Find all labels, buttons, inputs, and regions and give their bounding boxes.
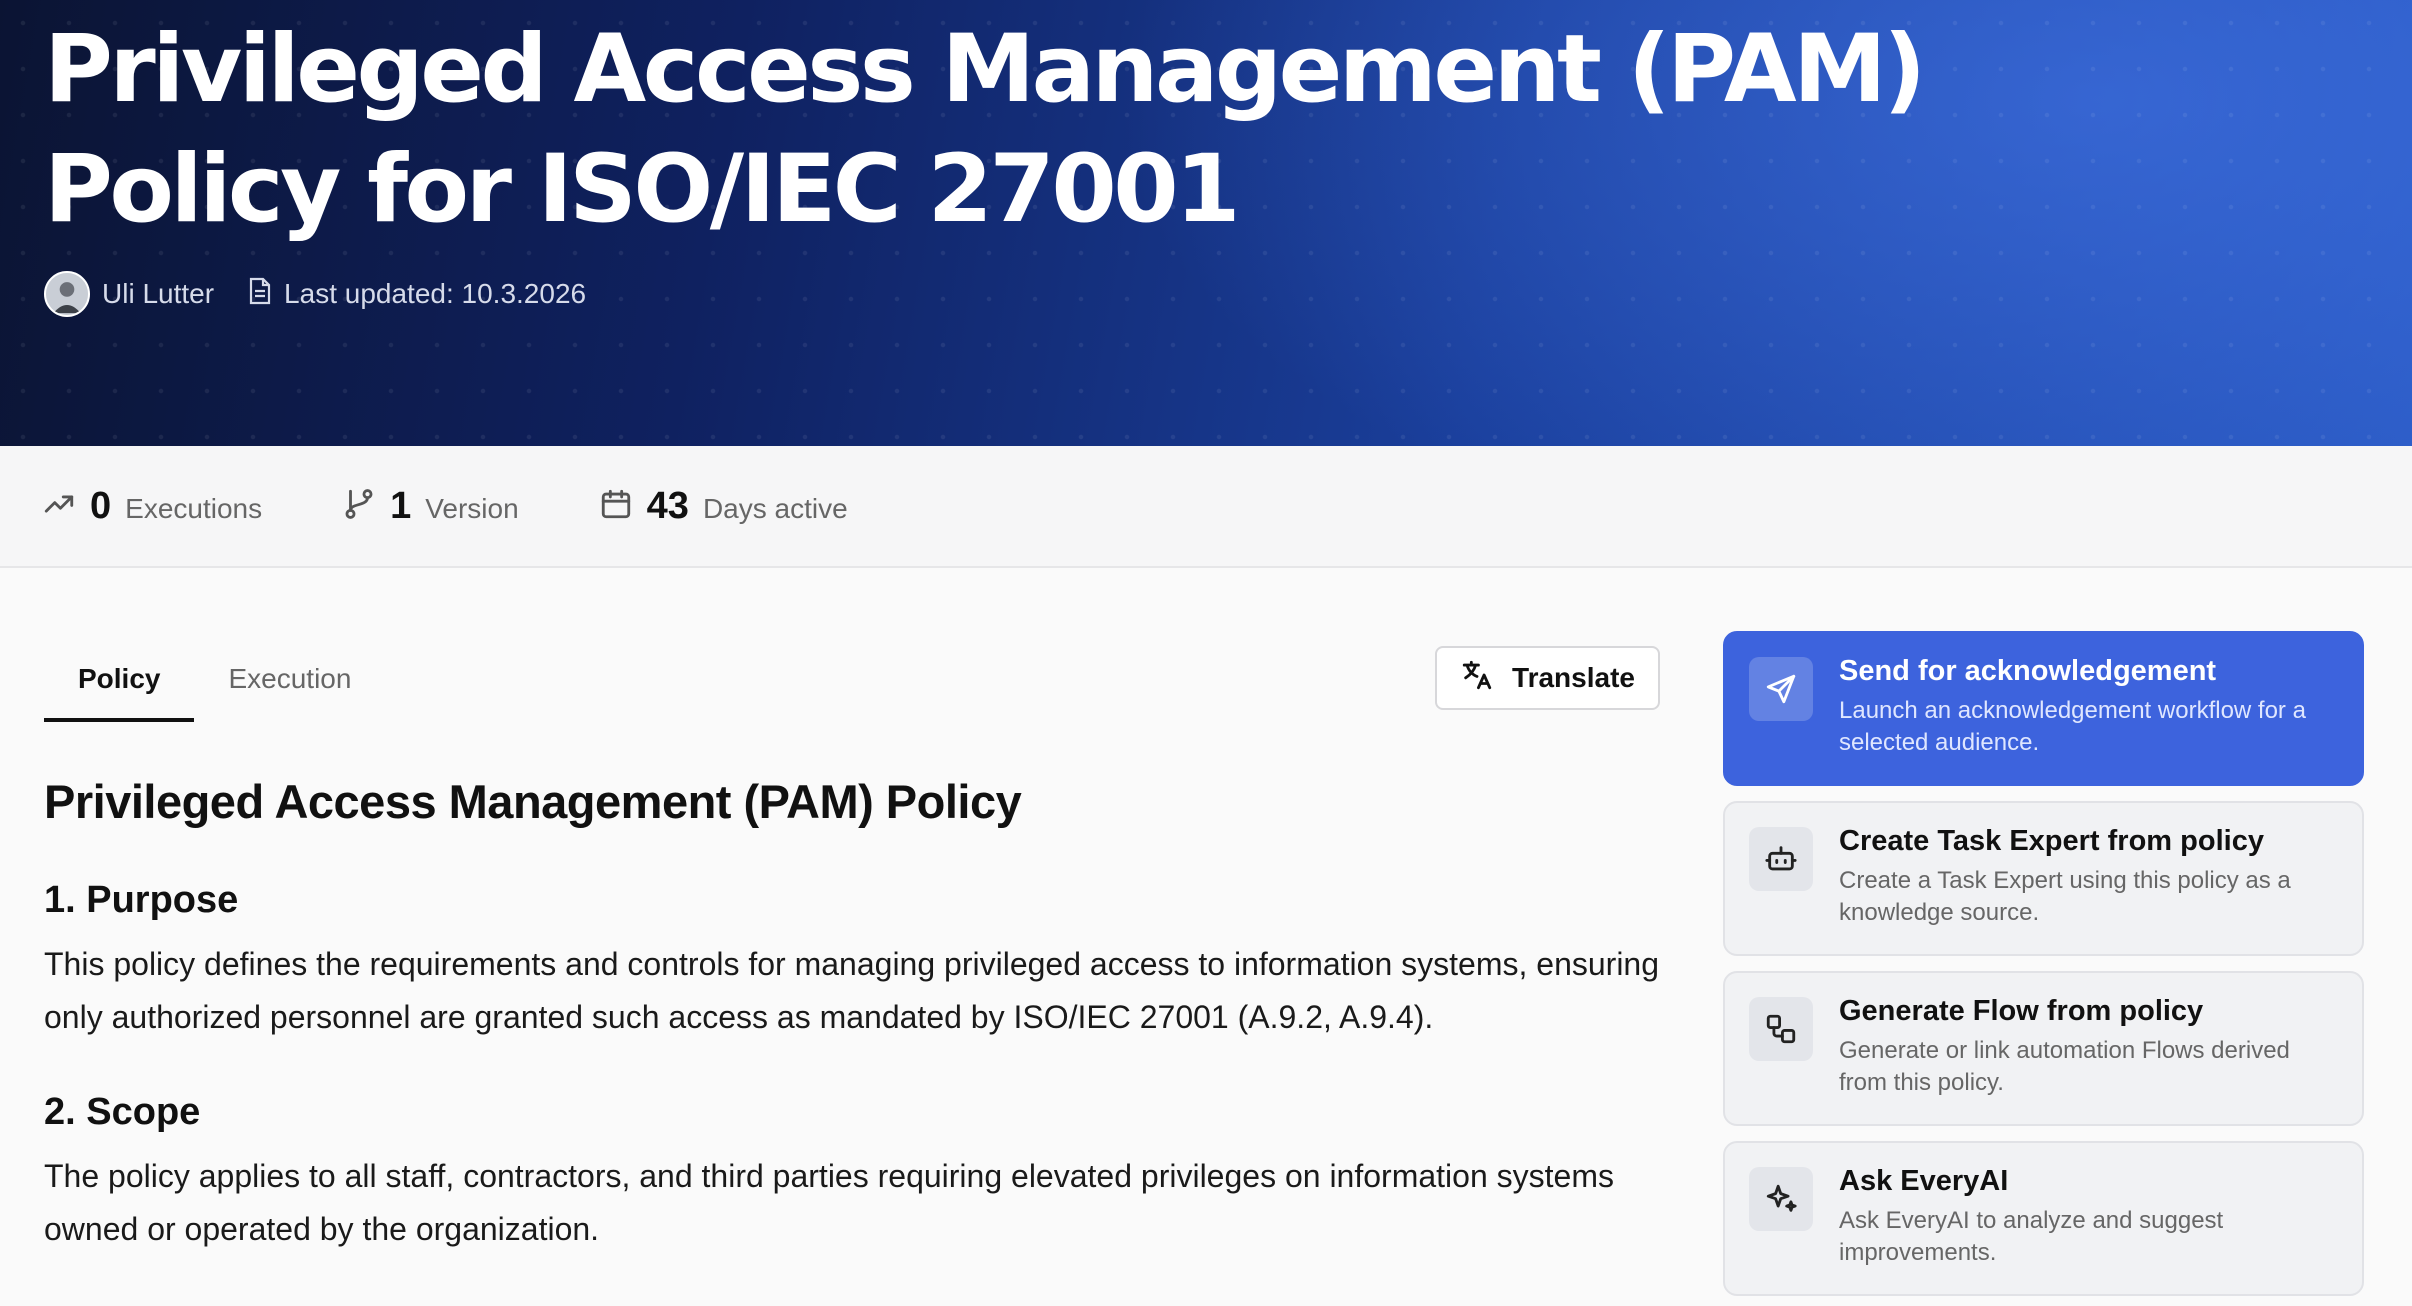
section-body: The policy applies to all staff, contrac… bbox=[44, 1158, 1614, 1247]
tab-policy[interactable]: Policy bbox=[44, 640, 195, 722]
section-title: 2. Scope bbox=[44, 1091, 201, 1133]
card-title: Ask EveryAI bbox=[1839, 1165, 2009, 1197]
section-title: 1. Purpose bbox=[44, 879, 239, 921]
card-description: Generate or link automation Flows derive… bbox=[1839, 1037, 2290, 1096]
card-title: Create Task Expert from policy bbox=[1839, 825, 2264, 857]
stat-label: Executions bbox=[125, 493, 263, 524]
stat-executions: 0 Executions bbox=[42, 485, 262, 528]
section-purpose: 1. Purpose This policy defines the requi… bbox=[44, 868, 1664, 1044]
git-branch-icon bbox=[342, 487, 376, 526]
trending-up-icon bbox=[42, 487, 76, 526]
card-description: Create a Task Expert using this policy a… bbox=[1839, 867, 2291, 926]
stat-value: 1 bbox=[390, 484, 412, 527]
hero-meta: Uli Lutter Last updated: 10.3.2026 bbox=[44, 270, 586, 318]
hero-banner: Privileged Access Management (PAM) Polic… bbox=[0, 0, 2412, 446]
card-title: Generate Flow from policy bbox=[1839, 995, 2204, 1027]
card-description: Launch an acknowledgement workflow for a… bbox=[1839, 697, 2306, 756]
card-title: Send for acknowledgement bbox=[1839, 655, 2217, 687]
last-updated: Last updated: 10.3.2026 bbox=[248, 277, 586, 312]
policy-document: Privileged Access Management (PAM) Polic… bbox=[44, 760, 1664, 1256]
translate-label: Translate bbox=[1512, 662, 1635, 693]
translate-button[interactable]: Translate bbox=[1435, 646, 1660, 710]
calendar-icon bbox=[599, 487, 633, 526]
section-body: This policy defines the requirements and… bbox=[44, 946, 1660, 1035]
ask-everyai-card[interactable]: Ask EveryAI Ask EveryAI to analyze and s… bbox=[1723, 1141, 2364, 1296]
send-icon bbox=[1749, 657, 1813, 721]
document-heading: Privileged Access Management (PAM) Polic… bbox=[44, 775, 1022, 828]
translate-icon bbox=[1460, 658, 1494, 699]
send-for-acknowledgement-card[interactable]: Send for acknowledgement Launch an ackno… bbox=[1723, 631, 2364, 786]
page-title: Privileged Access Management (PAM) Polic… bbox=[44, 15, 1926, 244]
tab-bar: Policy Execution bbox=[44, 640, 385, 722]
action-panel: Send for acknowledgement Launch an ackno… bbox=[1723, 631, 2364, 1306]
stat-value: 43 bbox=[646, 484, 689, 527]
stats-bar: 0 Executions 1 Version 43 Days active bbox=[0, 446, 2412, 568]
author-name: Uli Lutter bbox=[102, 278, 215, 309]
stat-label: Version bbox=[425, 493, 519, 524]
stat-days-active: 43 Days active bbox=[599, 485, 848, 528]
tab-execution[interactable]: Execution bbox=[194, 640, 385, 722]
sparkles-icon bbox=[1749, 1167, 1813, 1231]
workflow-icon bbox=[1749, 997, 1813, 1061]
stat-versions: 1 Version bbox=[342, 485, 519, 528]
section-scope: 2. Scope The policy applies to all staff… bbox=[44, 1080, 1664, 1256]
create-task-expert-card[interactable]: Create Task Expert from policy Create a … bbox=[1723, 801, 2364, 956]
generate-flow-card[interactable]: Generate Flow from policy Generate or li… bbox=[1723, 971, 2364, 1126]
author[interactable]: Uli Lutter bbox=[44, 271, 214, 317]
document-icon bbox=[248, 277, 272, 312]
stat-label: Days active bbox=[702, 493, 848, 524]
bot-icon bbox=[1749, 827, 1813, 891]
last-updated-text: Last updated: 10.3.2026 bbox=[284, 278, 587, 309]
avatar bbox=[44, 271, 90, 317]
stat-value: 0 bbox=[90, 484, 112, 527]
card-description: Ask EveryAI to analyze and suggest impro… bbox=[1839, 1207, 2224, 1266]
